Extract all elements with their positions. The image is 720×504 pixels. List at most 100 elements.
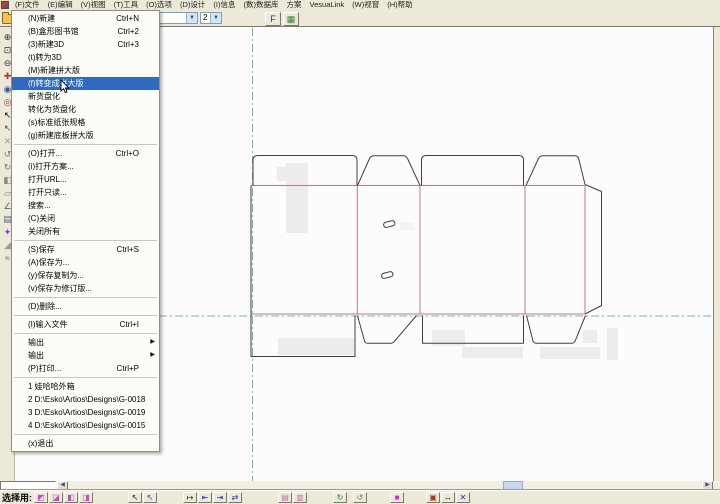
submenu-arrow-icon — [149, 269, 155, 282]
submenu-arrow-icon — [149, 186, 155, 199]
menubar-item[interactable]: (F)文件 — [11, 0, 44, 10]
submenu-arrow-icon — [149, 38, 155, 51]
font-style-button[interactable]: F — [265, 12, 281, 26]
menubar-item[interactable]: (V)视图 — [77, 0, 110, 10]
file-menu-item[interactable]: (A)保存为... — [12, 256, 159, 269]
app-icon — [1, 1, 9, 9]
select-last-button[interactable]: ⇥ — [213, 492, 227, 503]
menubar: (F)文件(E)编辑(V)视图(T)工具(O)选项(D)设计(I)信息(数)数据… — [0, 0, 720, 10]
menubar-item[interactable]: (I)信息 — [209, 0, 239, 10]
select-swap-button[interactable]: ⇄ — [228, 492, 242, 503]
file-menu-item[interactable]: 新货盘化 — [12, 90, 159, 103]
select-first-button[interactable]: ⇤ — [198, 492, 212, 503]
horizontal-distance-button[interactable]: ↔ — [441, 492, 455, 503]
menubar-item[interactable]: (数)数据库 — [240, 0, 283, 10]
paste-button[interactable]: ■ — [390, 492, 404, 503]
file-menu-item[interactable]: 关闭所有 — [12, 225, 159, 238]
file-menu-item[interactable]: (g)新建底板拼大版 — [12, 129, 159, 142]
selection-button-group: ↺ — [353, 492, 368, 503]
file-menu-item[interactable]: (I)输入文件 Ctrl+I — [12, 318, 159, 331]
chevron-down-icon[interactable]: ▼ — [186, 13, 197, 23]
file-menu-item[interactable]: (C)关闭 — [12, 212, 159, 225]
submenu-arrow-icon — [149, 282, 155, 295]
submenu-arrow-icon — [149, 318, 155, 331]
rebuild-button[interactable]: ▦ — [283, 12, 299, 26]
scrollbar-thumb[interactable] — [503, 481, 523, 490]
file-menu-item[interactable]: (P)打印... Ctrl+P — [12, 362, 159, 375]
file-menu-item[interactable]: 搜索... — [12, 199, 159, 212]
file-menu-item[interactable]: (B)盒形图书馆 Ctrl+2 — [12, 25, 159, 38]
status-pane — [0, 481, 56, 490]
submenu-arrow-icon — [149, 25, 155, 38]
selection-button-group: ▣↔✕ — [426, 492, 471, 503]
scale-combo[interactable]: 2 ▼ — [200, 12, 222, 24]
undo-button[interactable]: ↺ — [353, 492, 367, 503]
select-next-button[interactable]: ↦ — [183, 492, 197, 503]
horizontal-scrollbar[interactable]: ◀ ▶ — [0, 481, 720, 490]
select-add-button[interactable]: ↖ — [143, 492, 157, 503]
properties-alt-button[interactable]: ▥ — [293, 492, 307, 503]
submenu-arrow-icon — [149, 160, 155, 173]
scale-combo-value: 2 — [203, 13, 210, 23]
file-menu-item[interactable]: 转化为货盘化 — [12, 103, 159, 116]
selection-button-group: ↻ — [333, 492, 348, 503]
submenu-arrow-icon — [149, 243, 155, 256]
file-menu-item[interactable]: (D)删除... — [12, 300, 159, 313]
file-menu-item[interactable]: (x)退出 — [12, 437, 159, 450]
select-region-alt-button[interactable]: ◨ — [79, 492, 93, 503]
selection-button-group: ◩◪◧◨ — [34, 492, 94, 503]
file-menu-item[interactable]: 1 娃哈哈外箱 — [12, 380, 159, 393]
menubar-items: (F)文件(E)编辑(V)视图(T)工具(O)选项(D)设计(I)信息(数)数据… — [11, 0, 417, 10]
file-menu-item[interactable]: 4 D:\Esko\Artios\Designs\G-0015 — [12, 419, 159, 432]
file-menu-item[interactable]: (t)转为3D — [12, 51, 159, 64]
file-menu-item[interactable]: 3 D:\Esko\Artios\Designs\G-0019 — [12, 406, 159, 419]
submenu-arrow-icon — [149, 173, 155, 186]
submenu-arrow-icon: ▶ — [149, 349, 155, 362]
menubar-item[interactable]: VesuaLink — [306, 0, 349, 10]
file-menu-item[interactable]: 打开URL... — [12, 173, 159, 186]
file-menu-item[interactable]: (S)保存 Ctrl+S — [12, 243, 159, 256]
scroll-right-button[interactable]: ▶ — [702, 481, 713, 490]
submenu-arrow-icon — [149, 212, 155, 225]
menubar-item[interactable]: (O)选项 — [142, 0, 176, 10]
file-menu-item[interactable]: (3)新建3D Ctrl+3 — [12, 38, 159, 51]
menu-separator — [12, 313, 159, 318]
file-menu-item[interactable]: 输出 ▶ — [12, 349, 159, 362]
file-menu-item[interactable]: (O)打开... Ctrl+O — [12, 147, 159, 160]
menubar-item[interactable]: (H)帮助 — [383, 0, 416, 10]
selection-toolbar: 选择用: ◩◪◧◨↖↖↦⇤⇥⇄▤▥↻↺■▣↔✕ — [0, 490, 720, 503]
properties-button[interactable]: ▤ — [278, 492, 292, 503]
cross-measure-button[interactable]: ✕ — [456, 492, 470, 503]
menu-separator — [12, 238, 159, 243]
select-region-button[interactable]: ◧ — [64, 492, 78, 503]
file-menu-item[interactable]: (v)保存为修订版... — [12, 282, 159, 295]
menubar-item[interactable]: (W)视窗 — [348, 0, 383, 10]
scroll-left-button[interactable]: ◀ — [57, 481, 68, 490]
submenu-arrow-icon — [149, 362, 155, 375]
file-menu-item[interactable]: (M)新建拼大版 — [12, 64, 159, 77]
submenu-arrow-icon — [149, 300, 155, 313]
file-menu-item[interactable]: (s)标准纸张规格 — [12, 116, 159, 129]
file-menu-item[interactable]: (i)打开方案... — [12, 160, 159, 173]
file-menu-item[interactable]: 输出 ▶ — [12, 336, 159, 349]
menubar-item[interactable]: (T)工具 — [110, 0, 143, 10]
submenu-arrow-icon: ▶ — [149, 336, 155, 349]
selection-toolbar-groups: ◩◪◧◨ ↖↖ ↦⇤⇥⇄ ▤▥ ↻ ↺ ■ ▣↔✕ — [34, 492, 471, 503]
file-menu-item[interactable]: (N)新建 Ctrl+N — [12, 12, 159, 25]
exit-tool-button[interactable]: ▣ — [426, 492, 440, 503]
menubar-item[interactable]: (D)设计 — [176, 0, 209, 10]
file-menu-item[interactable]: 2 D:\Esko\Artios\Designs\G-0018 — [12, 393, 159, 406]
redo-curve-button[interactable]: ↻ — [333, 492, 347, 503]
submenu-arrow-icon — [149, 90, 155, 103]
chevron-down-icon[interactable]: ▼ — [210, 13, 221, 23]
menubar-item[interactable]: 方案 — [283, 0, 306, 10]
file-menu-item[interactable]: (y)保存复制为... — [12, 269, 159, 282]
menu-separator — [12, 432, 159, 437]
menubar-item[interactable]: (E)编辑 — [44, 0, 77, 10]
watermark — [277, 163, 618, 360]
file-menu-item[interactable]: 打开只读... — [12, 186, 159, 199]
select-single-button[interactable]: ↖ — [128, 492, 142, 503]
file-menu-item[interactable]: (f)转变成拼大版 — [12, 77, 159, 90]
select-part-alt-button[interactable]: ◪ — [49, 492, 63, 503]
select-part-button[interactable]: ◩ — [34, 492, 48, 503]
